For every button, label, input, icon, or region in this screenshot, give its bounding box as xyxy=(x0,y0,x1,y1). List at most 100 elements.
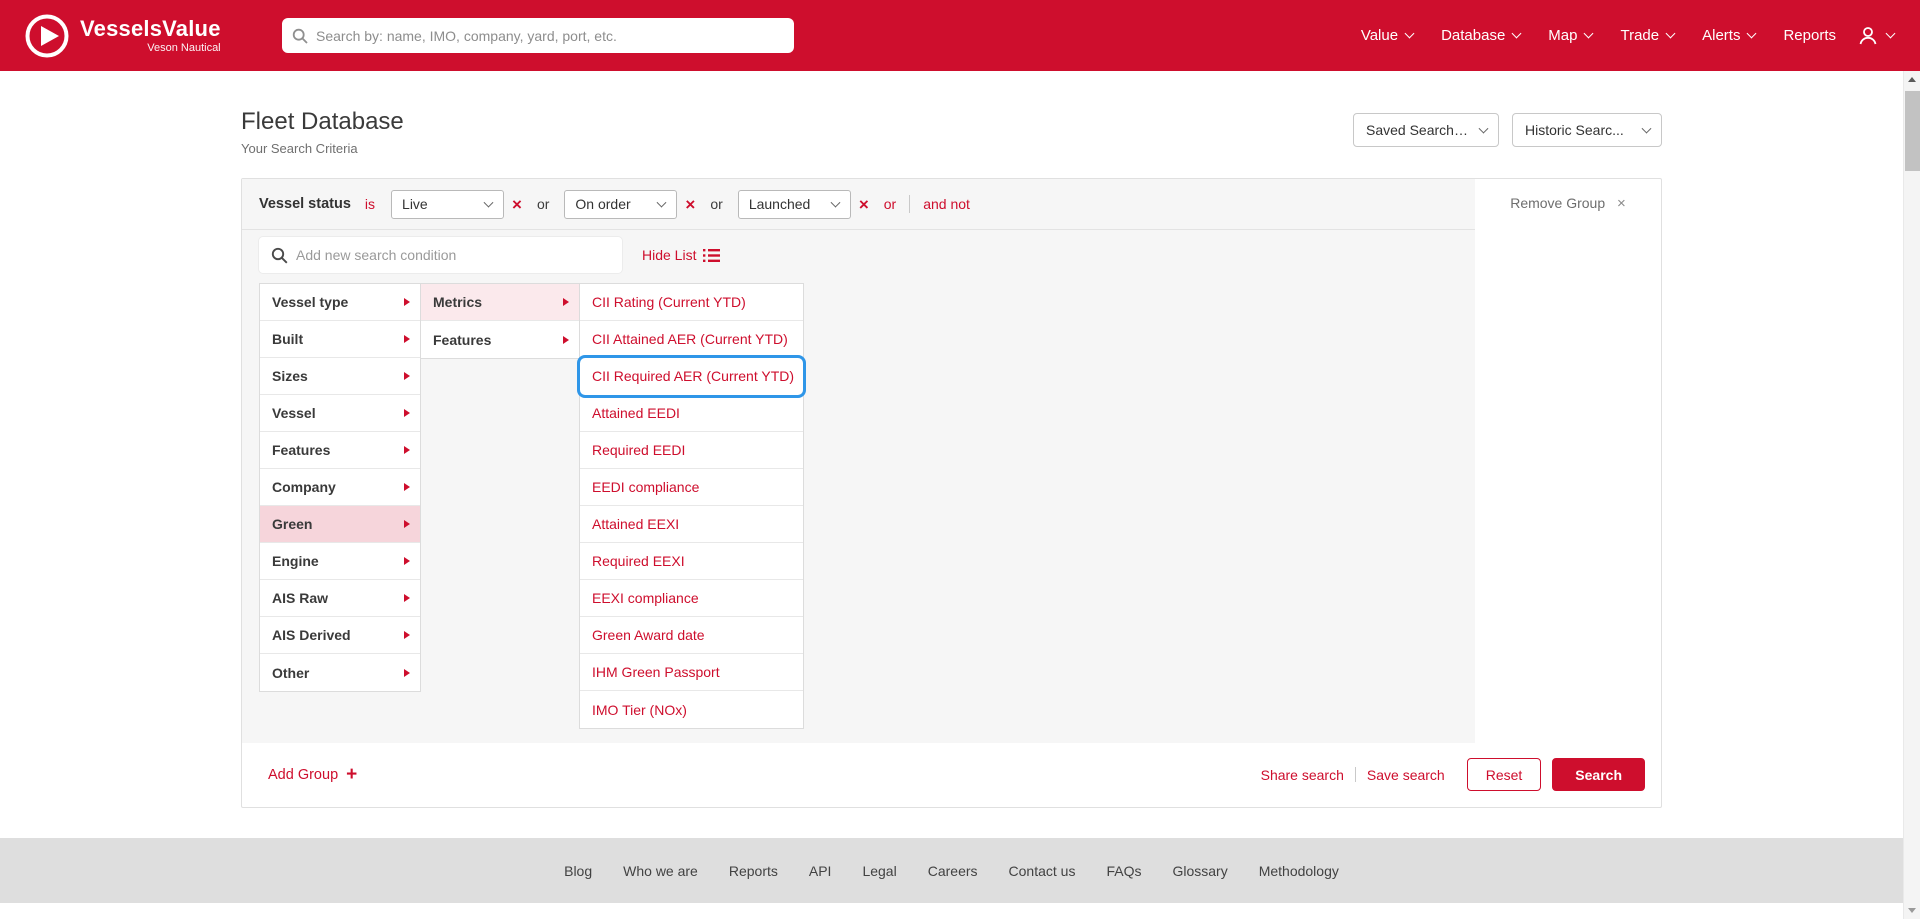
submenu-arrow-icon xyxy=(563,298,569,306)
menu-field-item[interactable]: CII Required AER (Current YTD) xyxy=(580,358,803,395)
footer-link[interactable]: Reports xyxy=(729,863,778,879)
scroll-up-icon[interactable] xyxy=(1904,71,1920,88)
footer-link[interactable]: Careers xyxy=(928,863,978,879)
saved-searches-dropdown[interactable]: Saved Searches xyxy=(1353,113,1499,147)
scrollbar-thumb[interactable] xyxy=(1905,91,1920,171)
nav-item[interactable]: Reports xyxy=(1783,27,1836,44)
menu-item-label: Green xyxy=(272,516,312,532)
vessel-status-select[interactable]: Live xyxy=(391,190,504,219)
menu-field-item[interactable]: CII Attained AER (Current YTD) xyxy=(580,321,803,358)
menu-category-item[interactable]: AIS Raw xyxy=(260,580,420,617)
menu-category-item[interactable]: Vessel xyxy=(260,395,420,432)
scroll-down-icon[interactable] xyxy=(1904,902,1920,919)
divider xyxy=(909,195,910,213)
remove-value-icon[interactable]: × xyxy=(512,196,522,213)
close-icon: × xyxy=(1617,195,1626,212)
menu-category-item[interactable]: Engine xyxy=(260,543,420,580)
menu-field-item[interactable]: EEXI compliance xyxy=(580,580,803,617)
menu-category-item[interactable]: Other xyxy=(260,654,420,691)
menu-field-item[interactable]: IMO Tier (NOx) xyxy=(580,691,803,728)
footer-link[interactable]: Who we are xyxy=(623,863,698,879)
add-group-button[interactable]: Add Group + xyxy=(268,765,357,784)
footer-link[interactable]: Methodology xyxy=(1259,863,1339,879)
chevron-down-icon xyxy=(1479,124,1489,134)
menu-field-item[interactable]: Required EEXI xyxy=(580,543,803,580)
brand-logo[interactable]: VesselsValue Veson Nautical xyxy=(24,0,221,71)
search-dropdowns: Saved Searches Historic Searc... xyxy=(1353,113,1662,147)
nav-item-label: Map xyxy=(1548,27,1577,44)
menu-category-item[interactable]: AIS Derived xyxy=(260,617,420,654)
menu-category-item[interactable]: Built xyxy=(260,321,420,358)
or-separator: or xyxy=(537,196,549,212)
menu-item-label: Features xyxy=(433,332,491,348)
nav-item[interactable]: Database xyxy=(1441,27,1520,44)
nav-item[interactable]: Map xyxy=(1548,27,1592,44)
add-condition-input[interactable] xyxy=(296,238,621,272)
menu-field-item[interactable]: IHM Green Passport xyxy=(580,654,803,691)
historic-searches-dropdown[interactable]: Historic Searc... xyxy=(1512,113,1662,147)
search-button[interactable]: Search xyxy=(1552,758,1645,791)
main-content: Fleet Database Your Search Criteria Save… xyxy=(241,71,1662,808)
condition-menu: Vessel type Built Sizes xyxy=(242,283,1475,743)
share-search-link[interactable]: Share search xyxy=(1261,767,1344,783)
add-or-condition-link[interactable]: or xyxy=(884,196,896,212)
menu-field-item[interactable]: Green Award date xyxy=(580,617,803,654)
condition-field-label: Vessel status xyxy=(259,196,351,212)
footer-link[interactable]: API xyxy=(809,863,832,879)
saved-searches-label: Saved Searches xyxy=(1366,122,1468,138)
scrollbar[interactable] xyxy=(1903,71,1920,919)
remove-group-button[interactable]: Remove Group × xyxy=(1510,195,1626,211)
card-actions-row: Add Group + Share search Save search Res… xyxy=(242,743,1661,807)
menu-category-item[interactable]: Green xyxy=(260,506,420,543)
menu-field-item[interactable]: Attained EEXI xyxy=(580,506,803,543)
menu-category-item[interactable]: Features xyxy=(260,432,420,469)
hide-list-label: Hide List xyxy=(642,247,696,263)
user-icon xyxy=(1857,25,1879,47)
menu-field-item[interactable]: Required EEDI xyxy=(580,432,803,469)
chevron-down-icon xyxy=(1642,124,1652,134)
menu-column-fields: CII Rating (Current YTD) CII Attained AE… xyxy=(579,283,804,729)
footer-link[interactable]: Blog xyxy=(564,863,592,879)
remove-value-icon[interactable]: × xyxy=(685,196,695,213)
footer-link[interactable]: FAQs xyxy=(1106,863,1141,879)
condition-operator[interactable]: is xyxy=(365,196,375,212)
save-search-link[interactable]: Save search xyxy=(1367,767,1445,783)
remove-group-label: Remove Group xyxy=(1510,195,1605,211)
menu-item-label: Attained EEDI xyxy=(592,405,680,421)
menu-field-item[interactable]: CII Rating (Current YTD) xyxy=(580,284,803,321)
vessel-status-select[interactable]: Launched xyxy=(738,190,851,219)
menu-category-item[interactable]: Vessel type xyxy=(260,284,420,321)
vessel-status-select[interactable]: On order xyxy=(564,190,677,219)
nav-item-label: Trade xyxy=(1620,27,1659,44)
menu-subcategory-item[interactable]: Metrics xyxy=(421,284,579,321)
remove-value-icon[interactable]: × xyxy=(859,196,869,213)
page-title: Fleet Database xyxy=(241,108,404,136)
search-criteria-card: Vessel status is Live × or xyxy=(241,178,1662,808)
submenu-arrow-icon xyxy=(404,557,410,565)
menu-category-item[interactable]: Sizes xyxy=(260,358,420,395)
submenu-arrow-icon xyxy=(404,335,410,343)
add-and-not-condition-link[interactable]: and not xyxy=(923,196,970,212)
condition-value: Launched × or xyxy=(738,190,869,219)
hide-list-button[interactable]: Hide List xyxy=(642,247,720,263)
menu-item-label: IHM Green Passport xyxy=(592,664,720,680)
reset-button[interactable]: Reset xyxy=(1467,758,1542,791)
user-menu[interactable] xyxy=(1857,0,1894,71)
nav-item[interactable]: Alerts xyxy=(1702,27,1755,44)
footer-link[interactable]: Contact us xyxy=(1009,863,1076,879)
menu-item-label: AIS Raw xyxy=(272,590,328,606)
footer-link[interactable]: Legal xyxy=(862,863,896,879)
nav-item[interactable]: Trade xyxy=(1620,27,1674,44)
nav-item[interactable]: Value xyxy=(1361,27,1413,44)
menu-subcategory-item[interactable]: Features xyxy=(421,321,579,358)
vessel-status-value: Launched xyxy=(749,196,811,212)
footer: Blog Who we are Reports API Legal Career… xyxy=(0,838,1903,903)
global-search-input[interactable] xyxy=(316,18,794,53)
menu-column-categories: Vessel type Built Sizes xyxy=(259,283,421,692)
footer-link[interactable]: Glossary xyxy=(1172,863,1227,879)
menu-category-item[interactable]: Company xyxy=(260,469,420,506)
condition-values: Live × or On order xyxy=(391,190,869,219)
vessel-status-value: On order xyxy=(575,196,630,212)
menu-field-item[interactable]: Attained EEDI xyxy=(580,395,803,432)
menu-field-item[interactable]: EEDI compliance xyxy=(580,469,803,506)
